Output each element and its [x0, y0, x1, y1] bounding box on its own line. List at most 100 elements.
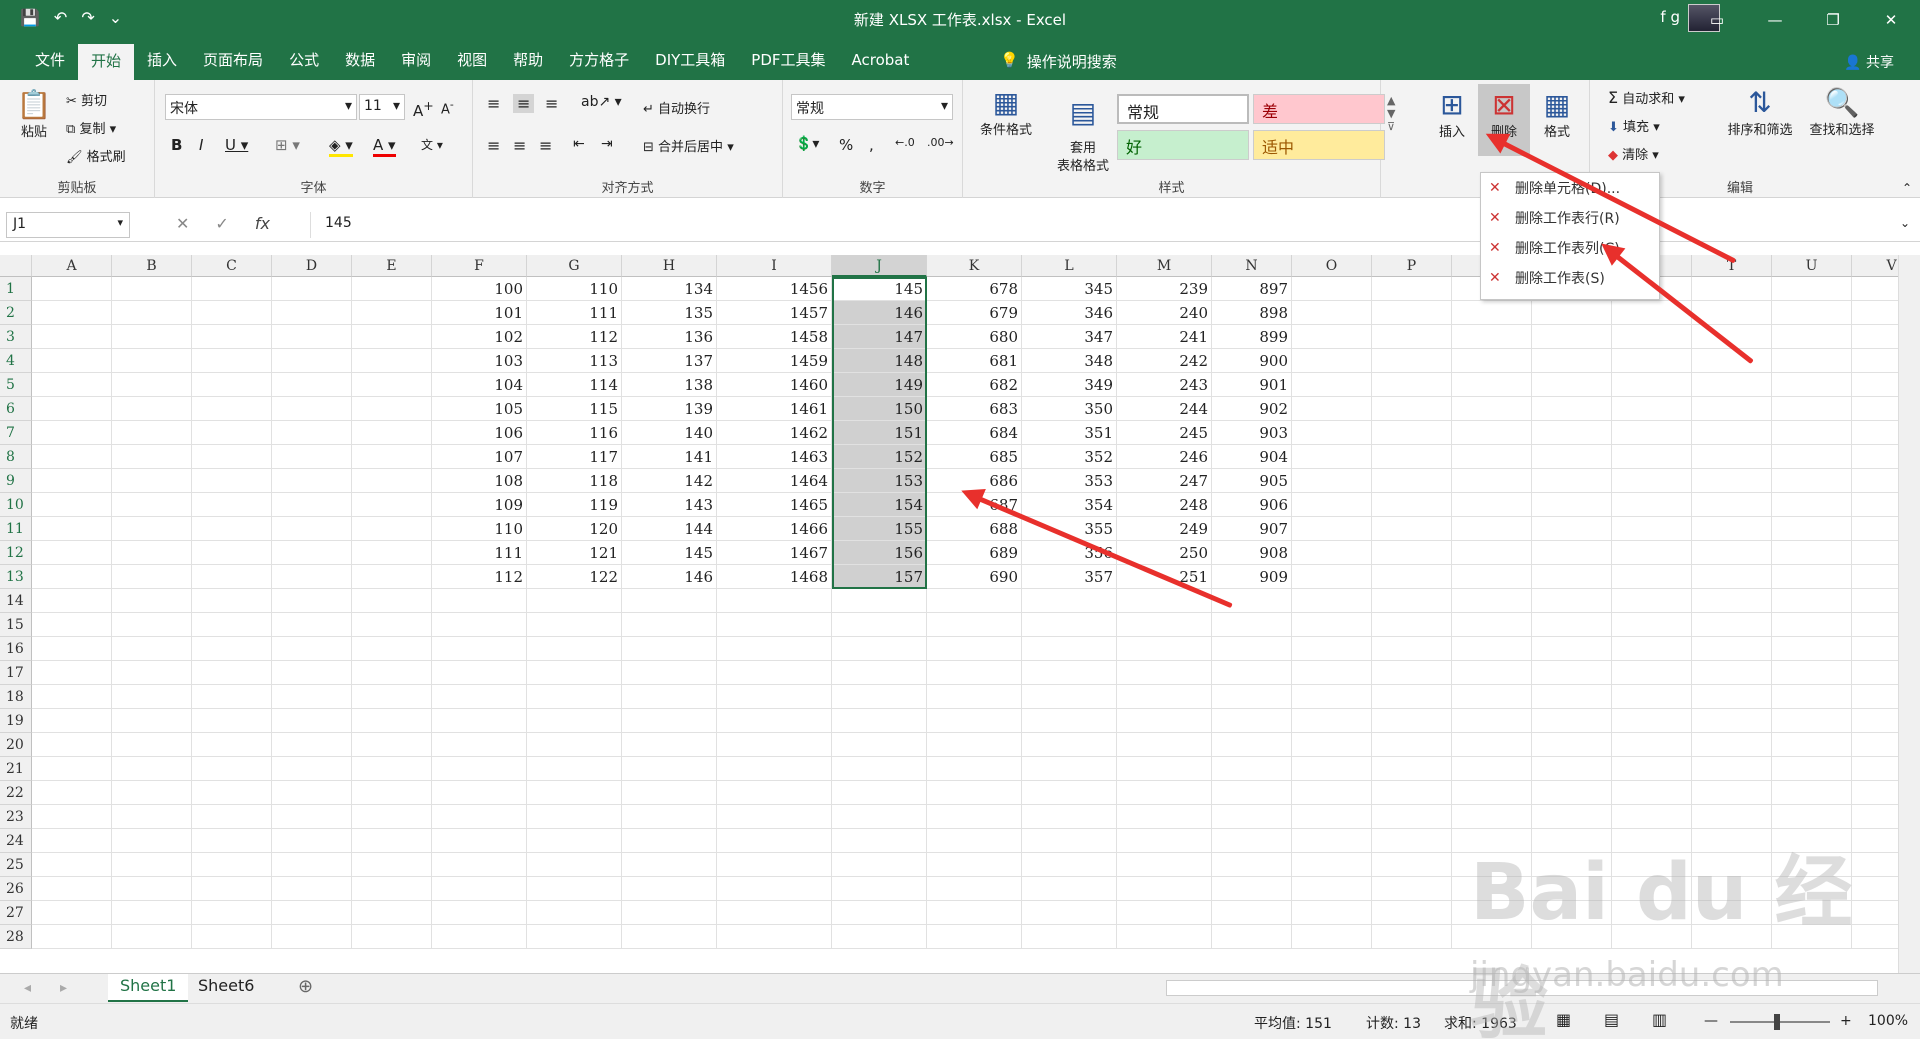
cell[interactable] — [1292, 421, 1372, 445]
cell[interactable] — [622, 805, 717, 829]
row-header[interactable]: 5 — [0, 373, 32, 397]
cell[interactable] — [352, 541, 432, 565]
cell[interactable] — [432, 757, 527, 781]
cell[interactable] — [112, 445, 192, 469]
row-header[interactable]: 23 — [0, 805, 32, 829]
cell[interactable]: 1461 — [717, 397, 832, 421]
cell[interactable] — [352, 805, 432, 829]
tab-7[interactable]: 视图 — [444, 40, 500, 80]
cell[interactable] — [1372, 781, 1452, 805]
cell[interactable] — [192, 493, 272, 517]
cell[interactable] — [1372, 445, 1452, 469]
cell[interactable] — [1612, 781, 1692, 805]
cell[interactable]: 103 — [432, 349, 527, 373]
cell[interactable] — [1532, 637, 1612, 661]
cell[interactable] — [1772, 541, 1852, 565]
cell[interactable]: 150 — [832, 397, 927, 421]
cell[interactable] — [352, 421, 432, 445]
cell[interactable] — [927, 685, 1022, 709]
clear-button[interactable]: ◆ 清除 ▾ — [1608, 144, 1659, 163]
cell[interactable]: 118 — [527, 469, 622, 493]
cell[interactable] — [1772, 709, 1852, 733]
cell[interactable] — [1117, 685, 1212, 709]
cell[interactable] — [112, 277, 192, 301]
cell[interactable]: 151 — [832, 421, 927, 445]
cell[interactable] — [1772, 805, 1852, 829]
format-painter-button[interactable]: 🖌 格式刷 — [66, 146, 126, 165]
cell[interactable] — [1532, 661, 1612, 685]
cell[interactable] — [1532, 757, 1612, 781]
cell[interactable] — [1212, 877, 1292, 901]
cell[interactable] — [1117, 805, 1212, 829]
cell[interactable] — [192, 397, 272, 421]
cell[interactable] — [1532, 325, 1612, 349]
cell[interactable] — [622, 589, 717, 613]
cell[interactable] — [1372, 565, 1452, 589]
cell[interactable] — [1772, 373, 1852, 397]
cell[interactable] — [272, 877, 352, 901]
cell[interactable] — [1212, 901, 1292, 925]
cell[interactable] — [32, 565, 112, 589]
cell[interactable] — [832, 709, 927, 733]
wrap-text-button[interactable]: ↵ 自动换行 — [643, 98, 710, 117]
cell[interactable] — [192, 565, 272, 589]
row-header[interactable]: 16 — [0, 637, 32, 661]
cell[interactable] — [1772, 589, 1852, 613]
row-header[interactable]: 8 — [0, 445, 32, 469]
cell[interactable] — [832, 661, 927, 685]
cell[interactable] — [192, 877, 272, 901]
cell[interactable]: 901 — [1212, 373, 1292, 397]
cell[interactable] — [1532, 781, 1612, 805]
cell[interactable] — [1212, 733, 1292, 757]
cell[interactable] — [1532, 517, 1612, 541]
cell[interactable] — [927, 877, 1022, 901]
cell[interactable] — [432, 829, 527, 853]
cell[interactable] — [1117, 661, 1212, 685]
tab-3[interactable]: 页面布局 — [190, 40, 276, 80]
tab-1[interactable]: 开始 — [78, 44, 135, 80]
cell[interactable] — [1117, 637, 1212, 661]
cut-button[interactable]: ✂ 剪切 — [66, 90, 107, 109]
cell[interactable] — [1372, 349, 1452, 373]
cell[interactable] — [1612, 757, 1692, 781]
style-bad[interactable]: 差 — [1253, 94, 1385, 124]
cell[interactable] — [352, 877, 432, 901]
cell[interactable] — [192, 829, 272, 853]
cell[interactable] — [622, 757, 717, 781]
cell[interactable] — [352, 853, 432, 877]
cell[interactable] — [1852, 565, 1898, 589]
cell[interactable] — [1292, 277, 1372, 301]
cell[interactable] — [1292, 325, 1372, 349]
cell[interactable] — [717, 829, 832, 853]
cell[interactable] — [352, 661, 432, 685]
cell[interactable] — [1532, 493, 1612, 517]
column-header[interactable]: F — [432, 255, 527, 277]
cell[interactable] — [1772, 445, 1852, 469]
cell[interactable] — [927, 901, 1022, 925]
cell[interactable] — [1692, 277, 1772, 301]
sheet-tab-sheet6[interactable]: Sheet6 — [186, 974, 266, 1002]
cell[interactable] — [1452, 517, 1532, 541]
cell[interactable] — [192, 853, 272, 877]
cell[interactable]: 114 — [527, 373, 622, 397]
cell[interactable] — [1452, 301, 1532, 325]
font-color-icon[interactable]: A ▾ — [373, 136, 396, 157]
row-header[interactable]: 21 — [0, 757, 32, 781]
cell[interactable] — [1612, 469, 1692, 493]
cell[interactable] — [1117, 877, 1212, 901]
cell[interactable] — [1852, 493, 1898, 517]
cell[interactable]: 135 — [622, 301, 717, 325]
cell[interactable] — [112, 661, 192, 685]
cell[interactable] — [1292, 781, 1372, 805]
align-middle-icon[interactable]: ≡ — [513, 94, 535, 113]
cell[interactable] — [1692, 637, 1772, 661]
cell[interactable]: 347 — [1022, 325, 1117, 349]
cell[interactable] — [112, 709, 192, 733]
cell[interactable] — [272, 661, 352, 685]
cell[interactable] — [272, 901, 352, 925]
cell[interactable] — [1772, 757, 1852, 781]
cell[interactable] — [1372, 373, 1452, 397]
cell[interactable] — [1532, 709, 1612, 733]
cell[interactable] — [32, 517, 112, 541]
style-neutral[interactable]: 适中 — [1253, 130, 1385, 160]
